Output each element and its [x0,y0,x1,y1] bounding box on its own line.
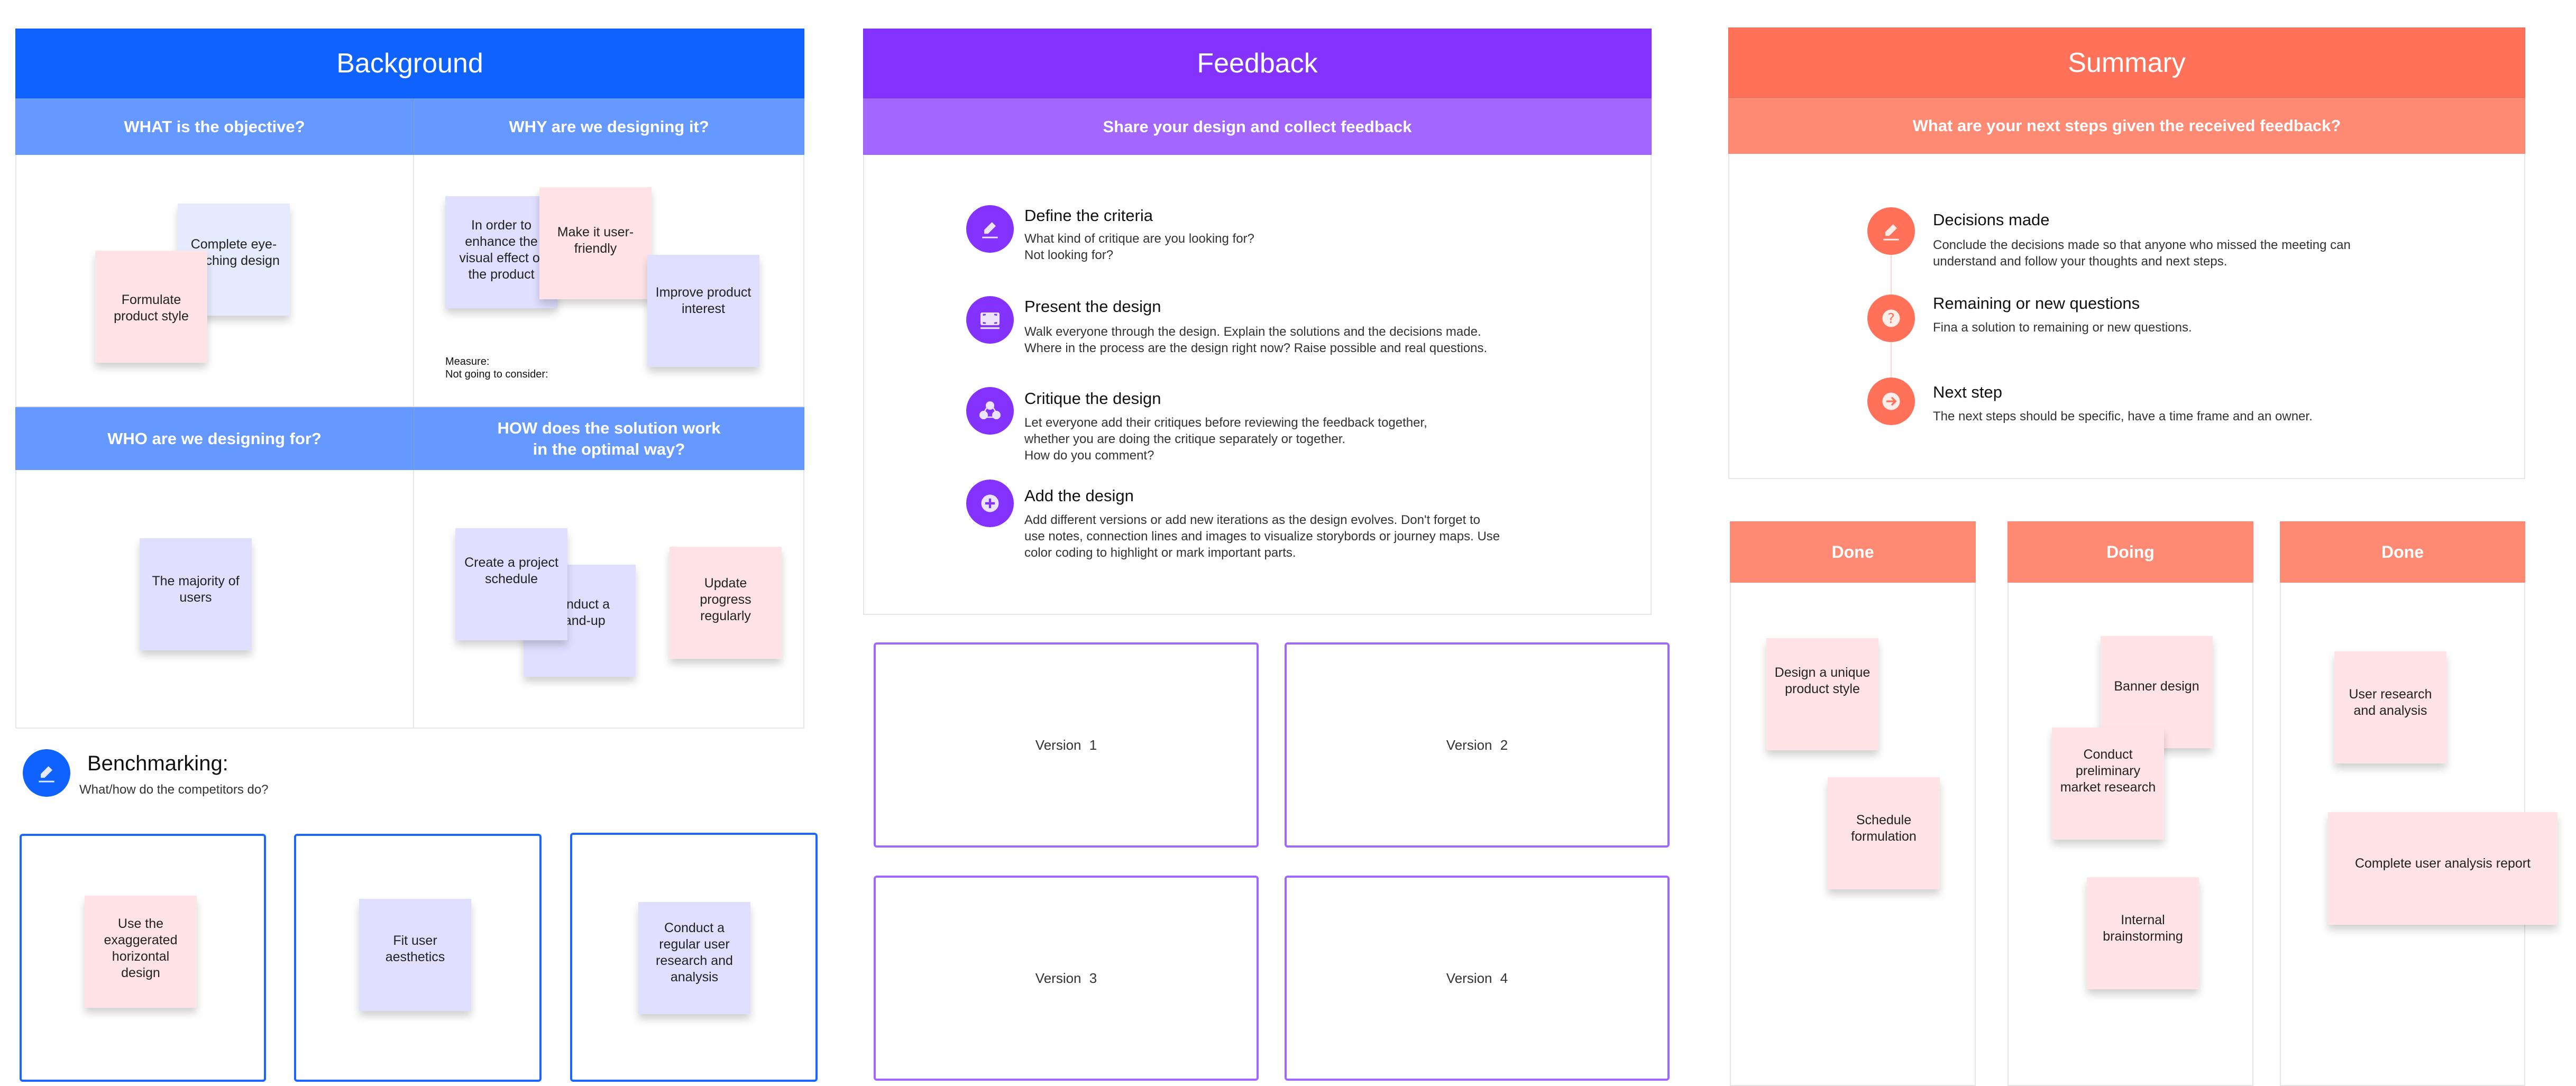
sticky-note[interactable]: Improve product interest [647,255,759,367]
step-title: Present the design [1024,297,1161,316]
sticky-note[interactable]: Fit user aesthetics [359,899,471,1011]
pencil-icon [1867,207,1915,255]
kanban-header-doing: Doing [2007,521,2253,583]
why-notes: Measure: Not going to consider: [445,355,548,381]
people-network-icon [966,387,1014,435]
step-body: What kind of critique are you looking fo… [1024,232,1254,262]
step-body: Add different versions or add new iterat… [1024,513,1500,560]
kanban-header-done: Done [2280,521,2525,583]
quadrant-header-why: WHY are we designing it? [414,98,804,155]
step-title: Remaining or new questions [1933,294,2140,312]
step-body: Walk everyone through the design. Explai… [1024,325,1488,355]
sticky-note[interactable]: Conduct a regular user research and anal… [638,902,750,1014]
sticky-note[interactable]: Make it user-friendly [539,187,652,299]
question-circle-icon: ? [1867,294,1915,342]
version-box[interactable]: Version 4 [1285,876,1670,1081]
step-title: Critique the design [1024,389,1161,408]
quadrant-header-who: WHO are we designing for? [15,407,414,470]
plus-circle-icon [966,480,1014,527]
step-title: Next step [1933,383,2002,401]
benchmarking-subtitle: What/how do the competitors do? [79,783,269,797]
sticky-note[interactable]: Internal brainstorming [2087,877,2199,989]
feedback-subtitle: Share your design and collect feedback [863,98,1652,155]
step-title: Define the criteria [1024,206,1153,225]
svg-text:?: ? [1887,311,1895,327]
step-body: The next steps should be specific, have … [1933,409,2313,424]
sticky-note[interactable]: Create a project schedule [455,528,567,640]
measure-label: Measure: [445,356,490,367]
present-screen-icon [966,296,1014,344]
sticky-note[interactable]: Schedule formulation [1828,777,1940,889]
sticky-note[interactable]: Complete user analysis report [2328,812,2557,925]
sticky-note[interactable]: The majority of users [140,538,252,650]
summary-title: Summary [1728,27,2525,98]
quadrant-divider [413,470,414,729]
step-title: Add the design [1024,486,1134,505]
version-box[interactable]: Version 2 [1285,642,1670,848]
quadrant-header-what: WHAT is the objective? [15,98,414,155]
step-title: Decisions made [1933,210,2050,229]
sticky-note[interactable]: User research and analysis [2334,651,2446,763]
feedback-title: Feedback [863,29,1652,98]
sticky-note[interactable]: Conduct preliminary market research [2052,728,2164,840]
quadrant-divider [413,155,414,407]
quadrant-header-how: HOW does the solution work in the optima… [414,407,804,470]
not-considered-label: Not going to consider: [445,369,548,380]
pencil-icon [966,205,1014,253]
version-box[interactable]: Version 3 [874,876,1259,1081]
arrow-right-circle-icon [1867,378,1915,425]
sticky-note[interactable]: Update progress regularly [670,547,782,659]
step-body: Conclude the decisions made so that anyo… [1933,238,2351,269]
sticky-note[interactable]: Formulate product style [95,251,207,363]
kanban-header-done: Done [1730,521,1976,583]
step-body: Fina a solution to remaining or new ques… [1933,320,2192,335]
pencil-icon [23,749,70,797]
benchmarking-title: Benchmarking: [87,752,228,775]
summary-subtitle: What are your next steps given the recei… [1728,98,2525,154]
summary-body [1728,154,2525,479]
background-title: Background [15,29,804,98]
sticky-note[interactable]: Use the exaggerated horizontal design [85,896,197,1008]
step-body: Let everyone add their critiques before … [1024,416,1427,463]
version-box[interactable]: Version 1 [874,642,1259,848]
sticky-note[interactable]: Design a unique product style [1766,638,1878,750]
